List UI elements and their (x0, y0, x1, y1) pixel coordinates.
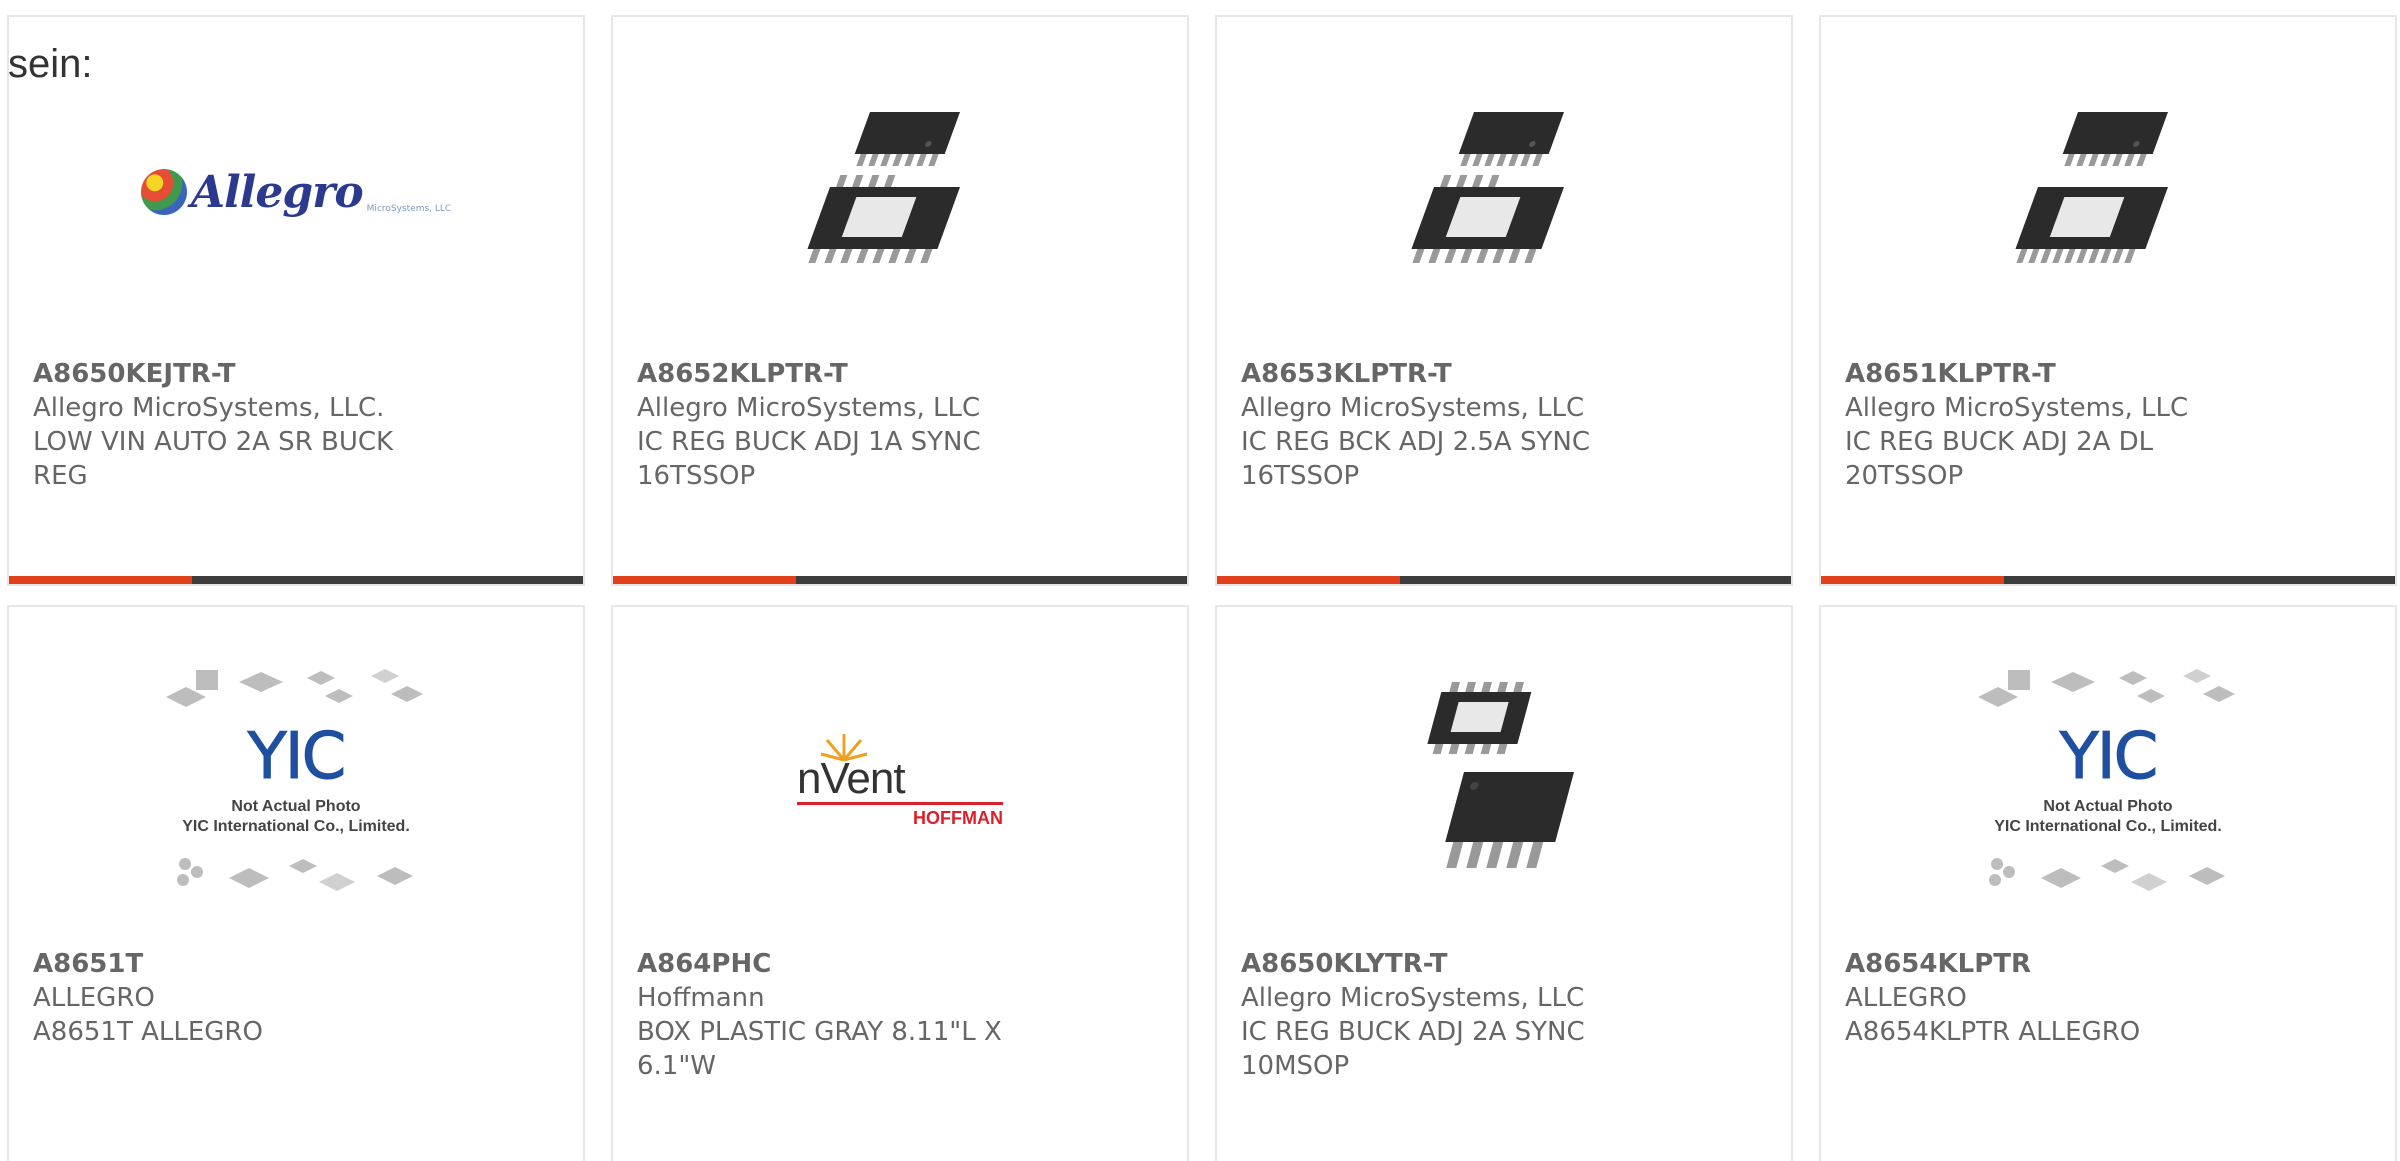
description: IC REG BCK ADJ 2.5A SYNC 16TSSOP (1241, 427, 1590, 491)
description: LOW VIN AUTO 2A SR BUCK REG (33, 427, 394, 491)
description: IC REG BUCK ADJ 1A SYNC 16TSSOP (637, 427, 981, 491)
product-image[interactable] (613, 47, 1187, 337)
manufacturer: Allegro MicroSystems, LLC (1241, 393, 1585, 423)
manufacturer: Allegro MicroSystems, LLC (1845, 393, 2189, 423)
component-icons (1989, 858, 2225, 891)
part-number[interactable]: A8651T (33, 947, 559, 981)
intro-text: sein: (8, 42, 93, 86)
card-bottom-bar (613, 576, 1187, 584)
description: A8654KLPTR ALLEGRO (1845, 1017, 2141, 1047)
product-image[interactable]: Allegro MicroSystems, LLC (9, 47, 583, 337)
allegro-logo: Allegro MicroSystems, LLC (140, 166, 452, 218)
product-card[interactable]: Allegro MicroSystems, LLC A8650KEJTR-T A… (7, 15, 585, 586)
product-card[interactable]: nVent HOFFMAN A864PHC Hoffmann BOX PLAST… (611, 605, 1189, 1161)
product-card[interactable]: A8651KLPTR-T Allegro MicroSystems, LLC I… (1819, 15, 2397, 586)
allegro-logo-mark (140, 169, 187, 215)
part-number[interactable]: A8650KLYTR-T (1241, 947, 1767, 981)
part-number[interactable]: A864PHC (637, 947, 1163, 981)
placeholder-line2: YIC International Co., Limited. (182, 818, 410, 835)
card-bottom-bar (9, 576, 583, 584)
nvent-logo: nVent HOFFMAN (797, 732, 1003, 832)
tssop-chip-icon (1411, 112, 1564, 263)
manufacturer: Allegro MicroSystems, LLC (1241, 983, 1585, 1013)
yic-mark: YIC (247, 720, 347, 795)
placeholder-line1: Not Actual Photo (2043, 798, 2173, 815)
description: IC REG BUCK ADJ 2A DL 20TSSOP (1845, 427, 2154, 491)
manufacturer: ALLEGRO (33, 983, 155, 1013)
product-image[interactable]: nVent HOFFMAN (613, 637, 1187, 927)
manufacturer: ALLEGRO (1845, 983, 1967, 1013)
manufacturer: Allegro MicroSystems, LLC (637, 393, 981, 423)
component-icons (177, 858, 413, 891)
msop-chip-icon (1427, 682, 1574, 868)
component-icons (166, 669, 423, 707)
yic-placeholder: YIC Not Actual Photo YIC International C… (161, 662, 431, 902)
description: A8651T ALLEGRO (33, 1017, 263, 1047)
yic-mark: YIC (2059, 720, 2159, 795)
description: IC REG BUCK ADJ 2A SYNC 10MSOP (1241, 1017, 1585, 1081)
hoffman-logo-text: HOFFMAN (913, 808, 1003, 828)
product-image[interactable]: YIC Not Actual Photo YIC International C… (1821, 637, 2395, 927)
product-card[interactable]: A8653KLPTR-T Allegro MicroSystems, LLC I… (1215, 15, 1793, 586)
manufacturer: Hoffmann (637, 983, 765, 1013)
part-number[interactable]: A8650KEJTR-T (33, 357, 559, 391)
manufacturer: Allegro MicroSystems, LLC. (33, 393, 385, 423)
product-card[interactable]: YIC Not Actual Photo YIC International C… (1819, 605, 2397, 1161)
product-card[interactable]: A8650KLYTR-T Allegro MicroSystems, LLC I… (1215, 605, 1793, 1161)
part-number[interactable]: A8651KLPTR-T (1845, 357, 2371, 391)
description: BOX PLASTIC GRAY 8.11"L X 6.1"W (637, 1017, 1002, 1081)
allegro-logo-subtext: MicroSystems, LLC (366, 203, 452, 214)
yic-placeholder: YIC Not Actual Photo YIC International C… (1973, 662, 2243, 902)
product-image[interactable] (1217, 637, 1791, 927)
product-image[interactable] (1821, 47, 2395, 337)
component-icons (1978, 669, 2235, 707)
part-number[interactable]: A8652KLPTR-T (637, 357, 1163, 391)
tssop-chip-icon (2015, 112, 2168, 263)
product-card[interactable]: A8652KLPTR-T Allegro MicroSystems, LLC I… (611, 15, 1189, 586)
card-bottom-bar (1217, 576, 1791, 584)
card-bottom-bar (1821, 576, 2395, 584)
part-number[interactable]: A8654KLPTR (1845, 947, 2371, 981)
product-image[interactable] (1217, 47, 1791, 337)
part-number[interactable]: A8653KLPTR-T (1241, 357, 1767, 391)
tssop-chip-icon (807, 112, 960, 263)
allegro-logo-text: Allegro (190, 166, 364, 218)
placeholder-line1: Not Actual Photo (231, 798, 361, 815)
product-image[interactable]: YIC Not Actual Photo YIC International C… (9, 637, 583, 927)
nvent-logo-text: nVent (797, 754, 906, 803)
product-card[interactable]: YIC Not Actual Photo YIC International C… (7, 605, 585, 1161)
placeholder-line2: YIC International Co., Limited. (1994, 818, 2222, 835)
